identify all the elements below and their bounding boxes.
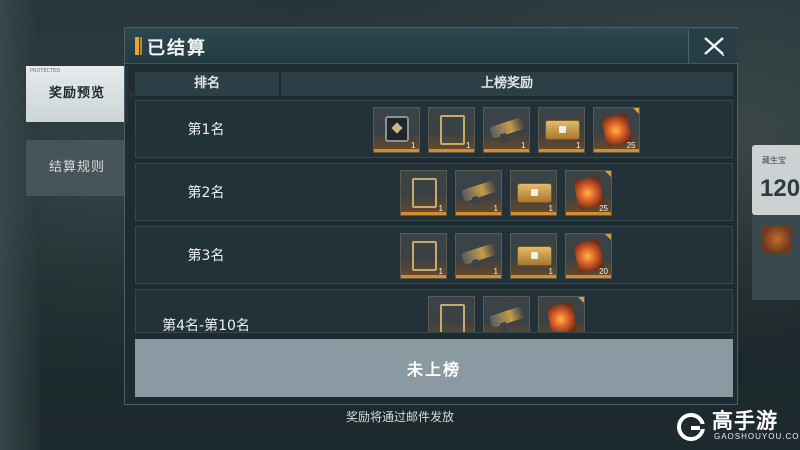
gun-icon xyxy=(488,117,525,139)
reward-item[interactable]: 1 xyxy=(510,233,557,279)
item-quantity: 1 xyxy=(438,204,443,213)
gun-icon xyxy=(460,243,498,265)
column-header-rank: 排名 xyxy=(135,72,279,96)
item-quantity: 1 xyxy=(466,141,471,150)
reward-item[interactable] xyxy=(482,296,530,332)
item-quantity: 1 xyxy=(411,141,416,150)
watermark-site: GAOSHOUYOU.COM xyxy=(714,432,800,441)
table-row: 第2名 1 1 1 25 xyxy=(135,163,733,221)
column-header-reward: 上榜奖励 xyxy=(281,72,733,96)
item-quantity: 1 xyxy=(548,204,553,213)
reward-item[interactable]: 1 xyxy=(427,107,475,153)
reward-items: 1 1 1 20 xyxy=(286,233,726,279)
gun-icon xyxy=(460,180,498,202)
reward-item[interactable]: 25 xyxy=(592,107,640,153)
badge-icon xyxy=(384,116,409,142)
crate-icon xyxy=(517,246,552,266)
background-card-text: 藏生宝 xyxy=(762,156,786,165)
frame-icon xyxy=(412,178,437,208)
item-corner-mark xyxy=(605,234,611,240)
reward-item[interactable]: 1 xyxy=(455,233,502,279)
reward-item[interactable]: 25 xyxy=(565,170,612,216)
frame-icon xyxy=(439,304,465,332)
reward-items xyxy=(286,296,726,332)
gun-icon xyxy=(488,306,525,328)
tab-reward-preview-label: 奖励预览 xyxy=(48,86,105,101)
close-icon xyxy=(703,37,724,57)
reward-item[interactable]: 1 xyxy=(455,170,502,216)
tab-settlement-rules[interactable]: 结算规则 xyxy=(26,140,128,196)
brand-logo-icon xyxy=(677,413,705,441)
tab-reward-preview[interactable]: PROTECTED 奖励预览 xyxy=(26,66,135,122)
reward-item[interactable]: 1 xyxy=(372,107,420,153)
tab-settlement-rules-label: 结算规则 xyxy=(48,160,105,175)
reward-item[interactable]: 1 xyxy=(400,233,447,279)
background-right-item xyxy=(752,215,800,300)
item-corner-mark xyxy=(632,108,639,114)
table-row: 第3名 1 1 1 20 xyxy=(135,226,733,284)
gem-icon xyxy=(545,301,578,332)
rank-label: 第2名 xyxy=(187,185,225,201)
reward-item[interactable]: 1 xyxy=(482,107,530,153)
panel-header: 已结算 xyxy=(125,28,738,64)
close-button[interactable] xyxy=(688,29,738,63)
rank-label: 第4名-第10名 xyxy=(162,318,250,333)
frame-icon xyxy=(439,115,465,145)
reward-items: 1 1 1 25 xyxy=(286,170,726,216)
item-quantity: 1 xyxy=(438,267,443,276)
reward-item[interactable]: 1 xyxy=(510,170,557,216)
item-corner-mark xyxy=(577,297,584,303)
not-ranked-status: 未上榜 xyxy=(135,339,733,397)
reward-item[interactable] xyxy=(427,296,475,332)
item-quantity: 1 xyxy=(493,267,498,276)
table-row: 第1名 1 1 1 1 25 xyxy=(135,100,733,158)
item-quantity: 25 xyxy=(626,141,636,150)
title-accent-bar xyxy=(135,37,139,55)
frame-icon xyxy=(412,241,437,271)
item-quantity: 1 xyxy=(493,204,498,213)
settlement-panel: 已结算 排名 上榜奖励 第1名 1 1 1 1 25 第2名 1 1 1 25 xyxy=(124,27,738,405)
title-accent-bar-thin xyxy=(140,37,142,55)
table-row: 第4名-第10名 xyxy=(135,289,733,333)
item-quantity: 1 xyxy=(576,141,581,150)
item-quantity: 25 xyxy=(599,204,608,213)
item-quantity: 1 xyxy=(521,141,526,150)
reward-item[interactable]: 20 xyxy=(565,233,612,279)
reward-item[interactable]: 1 xyxy=(537,107,585,153)
item-quantity: 20 xyxy=(599,267,608,276)
item-corner-mark xyxy=(605,171,611,177)
rank-label: 第3名 xyxy=(187,248,225,264)
background-right-card: 藏生宝 120 xyxy=(752,145,800,215)
crate-icon xyxy=(517,183,552,203)
panel-title: 已结算 xyxy=(147,38,207,59)
reward-item[interactable]: 1 xyxy=(400,170,447,216)
background-card-number: 120 xyxy=(760,175,800,202)
tab-tiny-label: PROTECTED xyxy=(30,68,61,74)
reward-item[interactable] xyxy=(537,296,585,332)
watermark-brand: 高手游 xyxy=(712,409,778,433)
rank-label: 第1名 xyxy=(187,122,225,138)
reward-items: 1 1 1 1 25 xyxy=(286,107,726,153)
crate-icon xyxy=(544,120,580,140)
item-quantity: 1 xyxy=(548,267,553,276)
